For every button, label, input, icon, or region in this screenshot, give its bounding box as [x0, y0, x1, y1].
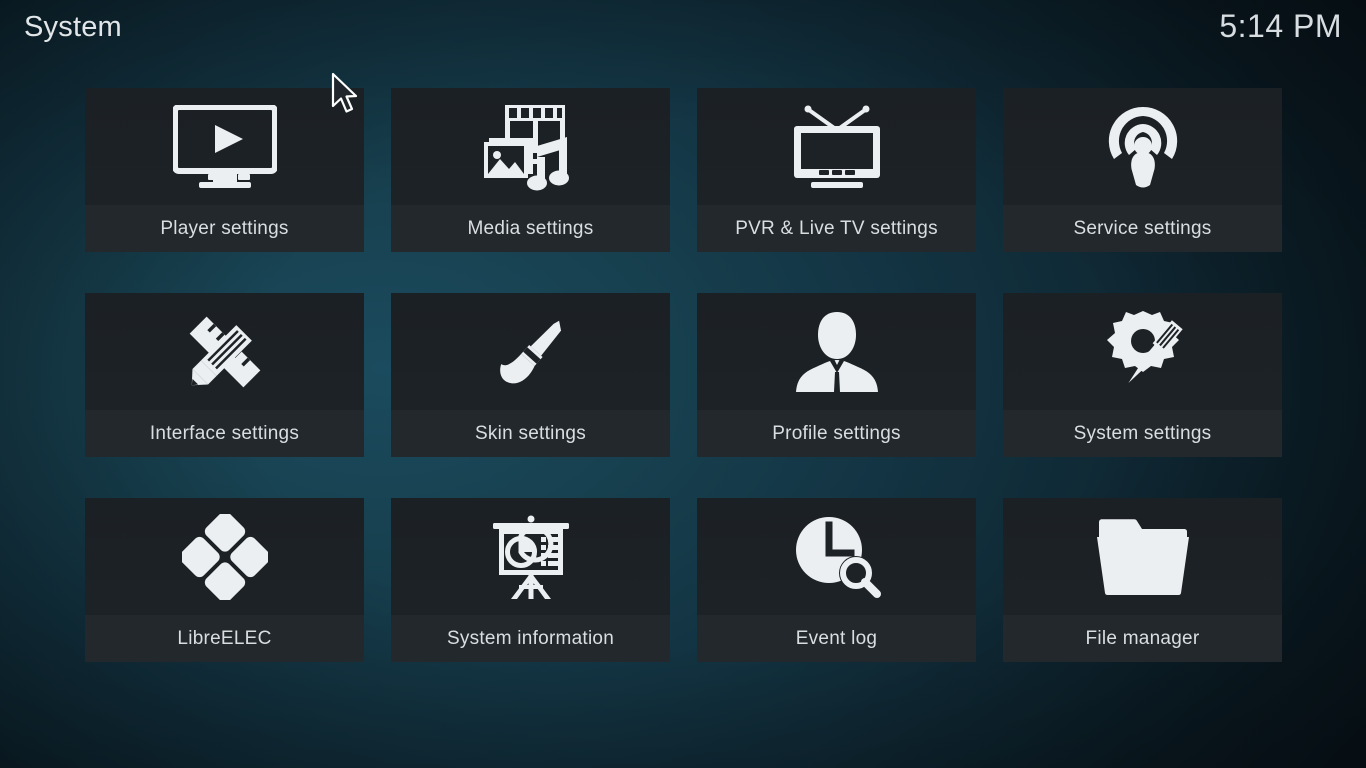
paintbrush-icon [487, 310, 575, 394]
librelec-diamond-logo-icon [182, 514, 268, 600]
tile-icon-area [391, 293, 670, 410]
tile-media-settings[interactable]: Media settings [391, 88, 670, 252]
tile-icon-area [391, 88, 670, 205]
tile-icon-area [1003, 293, 1282, 410]
clock-magnifier-icon [793, 515, 881, 599]
tile-label: PVR & Live TV settings [697, 205, 976, 252]
clock-label: 5:14 PM [1219, 8, 1342, 45]
tile-label: System settings [1003, 410, 1282, 457]
tile-system-information[interactable]: System information [391, 498, 670, 662]
tile-profile-settings[interactable]: Profile settings [697, 293, 976, 457]
person-bust-icon [794, 310, 880, 394]
tile-icon-area [697, 293, 976, 410]
tile-icon-area [85, 498, 364, 615]
tile-icon-area [1003, 498, 1282, 615]
tile-label: Profile settings [697, 410, 976, 457]
tile-label: System information [391, 615, 670, 662]
media-filmstrip-photo-music-icon [479, 103, 583, 191]
settings-tile-grid: Player settings [85, 88, 1281, 662]
tile-service-settings[interactable]: Service settings [1003, 88, 1282, 252]
tile-label: Interface settings [85, 410, 364, 457]
folder-icon [1095, 519, 1191, 595]
tile-player-settings[interactable]: Player settings [85, 88, 364, 252]
tile-event-log[interactable]: Event log [697, 498, 976, 662]
tile-pvr-live-tv-settings[interactable]: PVR & Live TV settings [697, 88, 976, 252]
tile-icon-area [391, 498, 670, 615]
kodi-system-screen: System 5:14 PM Player settings [0, 0, 1366, 768]
tile-libreelec[interactable]: LibreELEC [85, 498, 364, 662]
pencil-ruler-cross-icon [182, 309, 268, 395]
page-title: System [24, 11, 122, 44]
tile-system-settings[interactable]: System settings [1003, 293, 1282, 457]
tile-skin-settings[interactable]: Skin settings [391, 293, 670, 457]
tile-icon-area [697, 88, 976, 205]
presentation-chart-easel-icon [491, 515, 571, 599]
tile-interface-settings[interactable]: Interface settings [85, 293, 364, 457]
tile-icon-area [85, 88, 364, 205]
tile-label: Skin settings [391, 410, 670, 457]
broadcast-podcast-icon [1102, 105, 1184, 189]
tile-file-manager[interactable]: File manager [1003, 498, 1282, 662]
tile-icon-area [85, 293, 364, 410]
tile-label: LibreELEC [85, 615, 364, 662]
header-bar: System 5:14 PM [0, 0, 1366, 62]
tile-label: Service settings [1003, 205, 1282, 252]
tv-antenna-icon [789, 104, 885, 190]
tile-icon-area [1003, 88, 1282, 205]
tile-label: Event log [697, 615, 976, 662]
monitor-play-icon [173, 105, 277, 189]
tile-label: File manager [1003, 615, 1282, 662]
tile-label: Player settings [85, 205, 364, 252]
tile-icon-area [697, 498, 976, 615]
gear-screwdriver-icon [1100, 309, 1186, 395]
tile-label: Media settings [391, 205, 670, 252]
